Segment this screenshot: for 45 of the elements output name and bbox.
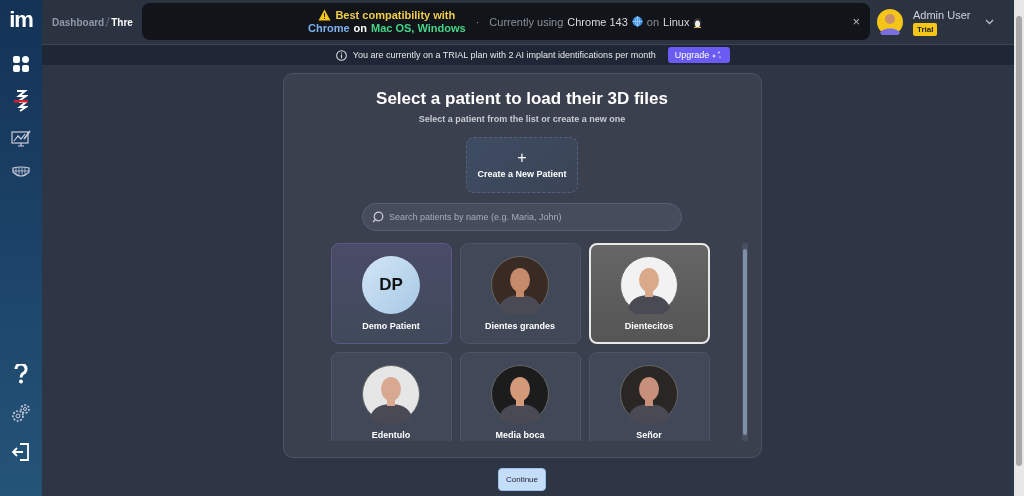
banner-text: on xyxy=(646,15,660,28)
search-field[interactable]: Search patients by name (e.g. Maria, John) xyxy=(362,203,682,231)
current-os: Linux xyxy=(663,15,690,28)
close-button[interactable]: × xyxy=(852,14,860,29)
logout-icon[interactable] xyxy=(11,442,31,462)
globe-icon xyxy=(631,16,643,27)
user-avatar-icon[interactable] xyxy=(877,9,903,35)
patient-card[interactable]: Edentulo xyxy=(330,352,452,441)
banner-text: Currently using xyxy=(489,15,564,28)
warning-icon xyxy=(318,9,332,21)
browser-name: Chrome xyxy=(308,22,350,34)
teeth-icon[interactable] xyxy=(12,166,30,180)
help-icon[interactable] xyxy=(14,364,28,384)
trial-notice: You are currently on a TRIAL plan with 2 AI implant identifications per month xyxy=(352,50,656,60)
breadcrumb-current: Thre xyxy=(111,16,133,28)
dialog-title: Select a patient to load their 3D files xyxy=(376,89,668,109)
page-scrollbar[interactable] xyxy=(1014,0,1024,496)
breadcrumb-link[interactable]: Dashboard xyxy=(52,16,105,28)
monitor-icon[interactable] xyxy=(11,130,31,148)
implant-icon[interactable] xyxy=(14,90,28,112)
grid-icon[interactable] xyxy=(13,56,29,72)
chevron-down-icon[interactable] xyxy=(985,19,994,25)
initials-avatar: DP xyxy=(362,256,420,314)
penguin-icon xyxy=(693,15,703,28)
scrollbar[interactable] xyxy=(741,243,748,441)
continue-button[interactable]: Continue xyxy=(498,468,546,491)
patient-card[interactable]: Media boca xyxy=(459,352,581,441)
separator-dot: · xyxy=(475,15,480,28)
settings-icon[interactable] xyxy=(11,403,31,423)
dialog-subtitle: Select a patient from the list or create a new one xyxy=(418,114,626,124)
patient-card[interactable]: DP Demo Patient xyxy=(330,243,452,344)
create-patient-button[interactable]: + Create a New Patient xyxy=(466,137,578,193)
upgrade-button[interactable]: Upgrade xyxy=(667,47,731,63)
banner-text: on xyxy=(353,22,367,34)
app-logo[interactable]: im xyxy=(9,8,33,34)
patient-card[interactable]: Dientecitos xyxy=(588,243,710,344)
plan-badge: Trial xyxy=(913,22,938,36)
info-icon xyxy=(335,49,347,61)
banner-title: Best compatibility with xyxy=(335,9,456,21)
sparkle-icon xyxy=(711,50,724,60)
patient-card[interactable]: Señor xyxy=(588,352,710,441)
platform-names: Mac OS, Windows xyxy=(371,22,466,34)
user-name: Admin User xyxy=(913,8,971,21)
patient-card[interactable]: Dientes grandes xyxy=(459,243,581,344)
current-browser: Chrome 143 xyxy=(567,15,628,28)
